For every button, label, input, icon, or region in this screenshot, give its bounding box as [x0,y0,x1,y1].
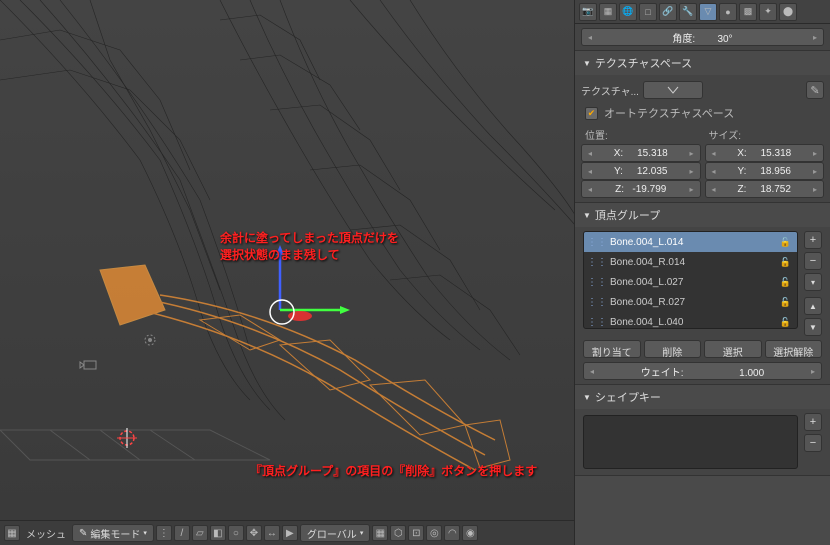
remove-vgroup-button[interactable]: − [804,252,822,270]
layer-icon[interactable]: ▦ [372,525,388,541]
lock-icon[interactable]: 🔓 [780,297,791,308]
tab-physics[interactable]: ⬤ [779,3,797,21]
lock-icon[interactable]: 🔓 [780,317,791,328]
move-vgroup-down[interactable]: ▼ [804,318,822,336]
texture-label: テクスチャ... [581,83,639,98]
limit-selection-icon[interactable]: ◧ [210,525,226,541]
tab-render[interactable]: 📷 [579,3,597,21]
eyedropper-icon[interactable]: ✎ [806,81,824,99]
tab-scene[interactable]: ▦ [599,3,617,21]
texture-coord-dropdown[interactable] [643,81,703,99]
assign-button[interactable]: 割り当て [583,340,641,358]
tab-data[interactable]: ▽ [699,3,717,21]
shading-icon[interactable]: ○ [228,525,244,541]
move-vgroup-up[interactable]: ▲ [804,297,822,315]
annotation-text-1: 余計に塗ってしまった頂点だけを 選択状態のまま残して [220,230,399,264]
vertex-group-list[interactable]: ⋮⋮Bone.004_L.014🔓 ⋮⋮Bone.004_R.014🔓 ⋮⋮Bo… [583,231,798,329]
mesh-label: メッシュ [22,526,70,541]
orientation-dropdown[interactable]: グローバル▾ [300,524,370,542]
size-x-input[interactable]: ◂X: 15.318▸ [705,144,825,162]
tab-particle[interactable]: ✦ [759,3,777,21]
opengl-render-icon[interactable]: ◉ [462,525,478,541]
position-label: 位置: [581,125,701,144]
3d-viewport[interactable]: 余計に塗ってしまった頂点だけを 選択状態のまま残して 『頂点グループ』の項目の『… [0,0,574,520]
vgroup-icon: ⋮⋮ [590,275,604,289]
vgroup-icon: ⋮⋮ [590,255,604,269]
tab-modifier[interactable]: 🔧 [679,3,697,21]
auto-texspace-checkbox[interactable]: ✔ [585,107,598,120]
vertex-group-item[interactable]: ⋮⋮Bone.004_L.027🔓 [584,272,797,292]
tab-texture[interactable]: ▩ [739,3,757,21]
pivot-icon[interactable]: ✥ [246,525,262,541]
angle-input[interactable]: ◂ 角度: 30° ▸ [581,28,824,46]
texture-space-header[interactable]: ▼テクスチャスペース [575,51,830,75]
vertex-group-item[interactable]: ⋮⋮Bone.004_L.040🔓 [584,312,797,329]
lock-icon[interactable]: 🔓 [780,237,791,248]
tab-object[interactable]: □ [639,3,657,21]
add-vgroup-button[interactable]: + [804,231,822,249]
shape-keys-header[interactable]: ▼シェイプキー [575,385,830,409]
annotation-text-2: 『頂点グループ』の項目の『削除』ボタンを押します [250,463,537,480]
select-mode-vertex[interactable]: ⋮ [156,525,172,541]
viewport-header: ▦ メッシュ ✎編集モード▾ ⋮ / ▱ ◧ ○ ✥ ↔ ▶ グローバル▾ ▦ … [0,520,574,545]
weight-input[interactable]: ◂ ウェイト: 1.000 ▸ [583,362,822,380]
properties-panel: 📷 ▦ 🌐 □ 🔗 🔧 ▽ ● ▩ ✦ ⬤ ◂ 角度: 30° ▸ ▼テクスチャ… [574,0,830,545]
select-button[interactable]: 選択 [704,340,762,358]
tab-world[interactable]: 🌐 [619,3,637,21]
manipulator-translate[interactable]: ▶ [282,525,298,541]
vertex-group-item[interactable]: ⋮⋮Bone.004_R.014🔓 [584,252,797,272]
shape-key-list[interactable] [583,415,798,469]
snap-icon[interactable]: ⬡ [390,525,406,541]
size-label: サイズ: [705,125,825,144]
select-mode-face[interactable]: ▱ [192,525,208,541]
auto-texspace-label: オートテクスチャスペース [604,105,734,121]
deselect-button[interactable]: 選択解除 [765,340,823,358]
vgroup-icon: ⋮⋮ [590,295,604,309]
camera-icon [80,361,96,369]
editor-type-icon[interactable]: ▦ [4,525,20,541]
pos-y-input[interactable]: ◂Y: 12.035▸ [581,162,701,180]
vgroup-specials-button[interactable]: ▾ [804,273,822,291]
vgroup-icon: ⋮⋮ [590,235,604,249]
proportional-falloff[interactable]: ◠ [444,525,460,541]
lock-icon[interactable]: 🔓 [780,277,791,288]
snap-type-icon[interactable]: ⊡ [408,525,424,541]
remove-shapekey-button[interactable]: − [804,434,822,452]
mode-dropdown[interactable]: ✎編集モード▾ [72,524,154,542]
lock-icon[interactable]: 🔓 [780,257,791,268]
select-mode-edge[interactable]: / [174,525,190,541]
property-tabs: 📷 ▦ 🌐 □ 🔗 🔧 ▽ ● ▩ ✦ ⬤ [575,0,830,24]
tab-constraint[interactable]: 🔗 [659,3,677,21]
proportional-icon[interactable]: ◎ [426,525,442,541]
manipulator-toggle[interactable]: ↔ [264,525,280,541]
add-shapekey-button[interactable]: + [804,413,822,431]
size-y-input[interactable]: ◂Y: 18.956▸ [705,162,825,180]
vertex-group-item[interactable]: ⋮⋮Bone.004_L.014🔓 [584,232,797,252]
vertex-group-item[interactable]: ⋮⋮Bone.004_R.027🔓 [584,292,797,312]
pos-z-input[interactable]: ◂Z: -19.799▸ [581,180,701,198]
vgroup-icon: ⋮⋮ [590,315,604,329]
remove-button[interactable]: 削除 [644,340,702,358]
size-z-input[interactable]: ◂Z: 18.752▸ [705,180,825,198]
tab-material[interactable]: ● [719,3,737,21]
pos-x-input[interactable]: ◂X: 15.318▸ [581,144,701,162]
selection-circle [268,298,296,326]
vertex-groups-header[interactable]: ▼頂点グループ [575,203,830,227]
